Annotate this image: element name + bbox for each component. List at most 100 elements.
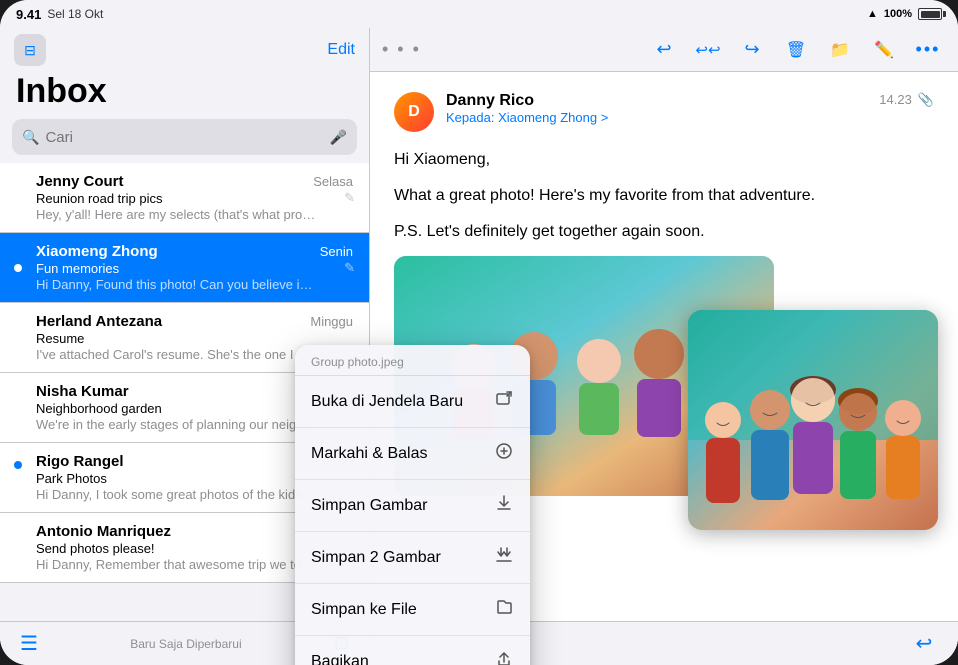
- forward-button[interactable]: ↪: [734, 32, 770, 68]
- forward-icon: ↪: [744, 39, 759, 60]
- trash-button[interactable]: 🗑: [778, 32, 814, 68]
- share-icon: [494, 649, 514, 665]
- context-menu-item-markup-reply[interactable]: Markahi & Balas: [295, 428, 530, 480]
- email-item-jenny[interactable]: Jenny Court Selasa Reunion road trip pic…: [0, 163, 369, 233]
- email-header: Xiaomeng Zhong Senin: [36, 243, 353, 260]
- to-label: Kepada:: [446, 110, 494, 125]
- open-new-window-icon: [494, 389, 514, 414]
- email-time: 14.23: [879, 92, 912, 107]
- email-sender: Antonio Manriquez: [36, 523, 171, 540]
- status-date: Sel 18 Okt: [47, 7, 103, 21]
- email-body-2: P.S. Let's definitely get together again…: [394, 220, 934, 244]
- email-sender: Rigo Rangel: [36, 453, 124, 470]
- reply-icon: ↩: [656, 39, 671, 60]
- reply-bottom-button[interactable]: ↩: [906, 626, 942, 662]
- email-preview: Hi Danny, I took some great photos of th…: [36, 487, 316, 502]
- email-sender: Herland Antezana: [36, 313, 162, 330]
- email-preview: Hi Danny, Found this photo! Can you beli…: [36, 277, 316, 292]
- from-to: Kepada: Xiaomeng Zhong >: [446, 110, 879, 125]
- email-body: Hi Xiaomeng, What a great photo! Here's …: [394, 148, 934, 244]
- sidebar-toggle-button[interactable]: ⊟: [14, 34, 46, 66]
- inbox-title: Inbox: [0, 72, 369, 119]
- status-time: 9.41: [16, 7, 41, 22]
- context-menu-item-label: Simpan ke File: [311, 601, 417, 619]
- email-subject: Reunion road trip pics: [36, 191, 353, 206]
- email-preview: We're in the early stages of planning ou…: [36, 417, 316, 432]
- context-menu-item-label: Markahi & Balas: [311, 445, 428, 463]
- context-menu: Group photo.jpeg Buka di Jendela Baru Ma…: [295, 345, 530, 665]
- email-date: Selasa: [313, 174, 353, 189]
- device-frame: 9.41 Sel 18 Okt ▲ 100% ⊟ Edit Inbox: [0, 0, 958, 665]
- email-preview: Hey, y'all! Here are my selects (that's …: [36, 207, 316, 222]
- paperclip-icon: 📎: [918, 92, 934, 108]
- email-sender: Xiaomeng Zhong: [36, 243, 158, 260]
- mailbox-icon: ☰: [20, 631, 38, 656]
- context-menu-item-save-2-images[interactable]: Simpan 2 Gambar: [295, 532, 530, 584]
- email-subject: Fun memories: [36, 261, 353, 276]
- context-menu-item-label: Buka di Jendela Baru: [311, 393, 463, 411]
- email-from-info: Danny Rico Kepada: Xiaomeng Zhong >: [446, 92, 879, 125]
- more-button[interactable]: •••: [910, 32, 946, 68]
- from-name: Danny Rico: [446, 92, 879, 110]
- save-2-images-icon: [494, 545, 514, 570]
- battery-fill: [921, 11, 940, 18]
- toolbar-right-group: ↩ ↩↩ ↪ 🗑 📁 ✏️: [646, 32, 946, 68]
- email-date: Minggu: [310, 314, 353, 329]
- folder-icon: 📁: [830, 40, 850, 60]
- email-preview: Hi Danny, Remember that awesome trip we …: [36, 557, 316, 572]
- status-right: ▲ 100%: [867, 8, 942, 20]
- edit-button[interactable]: Edit: [327, 41, 355, 59]
- email-header: Jenny Court Selasa: [36, 173, 353, 190]
- save-image-icon: [494, 493, 514, 518]
- reply-all-button[interactable]: ↩↩: [690, 32, 726, 68]
- right-toolbar: • • • ↩ ↩↩ ↪ 🗑 📁: [370, 28, 958, 72]
- sidebar-icon: ⊟: [24, 42, 36, 59]
- context-menu-item-open-new-window[interactable]: Buka di Jendela Baru: [295, 376, 530, 428]
- email-from-header: D Danny Rico Kepada: Xiaomeng Zhong > 14…: [394, 92, 934, 132]
- battery-icon: [918, 8, 942, 20]
- wifi-icon: ▲: [867, 8, 878, 20]
- context-menu-item-save-image[interactable]: Simpan Gambar: [295, 480, 530, 532]
- context-menu-item-label: Simpan 2 Gambar: [311, 549, 441, 567]
- search-bar[interactable]: 🔍 🎤: [12, 119, 357, 155]
- email-sender: Jenny Court: [36, 173, 124, 190]
- edit-indicator: ✎: [344, 190, 355, 206]
- group-photo-svg: [688, 310, 938, 530]
- mailbox-button[interactable]: ☰: [16, 627, 42, 660]
- microphone-icon: 🎤: [330, 129, 347, 146]
- reply-button[interactable]: ↩: [646, 32, 682, 68]
- context-menu-item-label: Simpan Gambar: [311, 497, 428, 515]
- toolbar-left-group: • • •: [382, 39, 421, 60]
- email-item-xiaomeng[interactable]: Xiaomeng Zhong Senin Fun memories Hi Dan…: [0, 233, 369, 303]
- email-subject: Resume: [36, 331, 353, 346]
- battery-percent: 100%: [884, 8, 912, 20]
- more-icon: •••: [916, 39, 941, 60]
- search-input[interactable]: [45, 129, 323, 146]
- email-body-1: What a great photo! Here's my favorite f…: [394, 184, 934, 208]
- folder-button[interactable]: 📁: [822, 32, 858, 68]
- toolbar-dots: • • •: [382, 39, 421, 60]
- save-to-file-icon: [494, 597, 514, 622]
- edit-indicator: ✎: [344, 260, 355, 276]
- photo-overlay[interactable]: [688, 310, 938, 530]
- trash-icon: 🗑: [786, 40, 806, 60]
- markup-reply-icon: [494, 441, 514, 466]
- email-preview: I've attached Carol's resume. She's the …: [36, 347, 316, 362]
- to-name: Xiaomeng Zhong >: [498, 110, 608, 125]
- status-bar: 9.41 Sel 18 Okt ▲ 100%: [0, 0, 958, 28]
- context-menu-item-share[interactable]: Bagikan: [295, 636, 530, 665]
- email-sender: Nisha Kumar: [36, 383, 129, 400]
- email-header: Herland Antezana Minggu: [36, 313, 353, 330]
- reply-bottom-icon: ↩: [916, 631, 933, 656]
- search-icon: 🔍: [22, 129, 39, 146]
- email-date: Senin: [320, 244, 353, 259]
- sender-avatar: D: [394, 92, 434, 132]
- compose-icon: ✏️: [874, 40, 894, 60]
- context-menu-item-save-to-file[interactable]: Simpan ke File: [295, 584, 530, 636]
- reply-all-icon: ↩↩: [695, 41, 720, 59]
- context-menu-filename: Group photo.jpeg: [295, 345, 530, 376]
- context-menu-item-label: Bagikan: [311, 653, 369, 665]
- left-toolbar: ⊟ Edit: [0, 28, 369, 72]
- email-greeting: Hi Xiaomeng,: [394, 148, 934, 172]
- compose-button[interactable]: ✏️: [866, 32, 902, 68]
